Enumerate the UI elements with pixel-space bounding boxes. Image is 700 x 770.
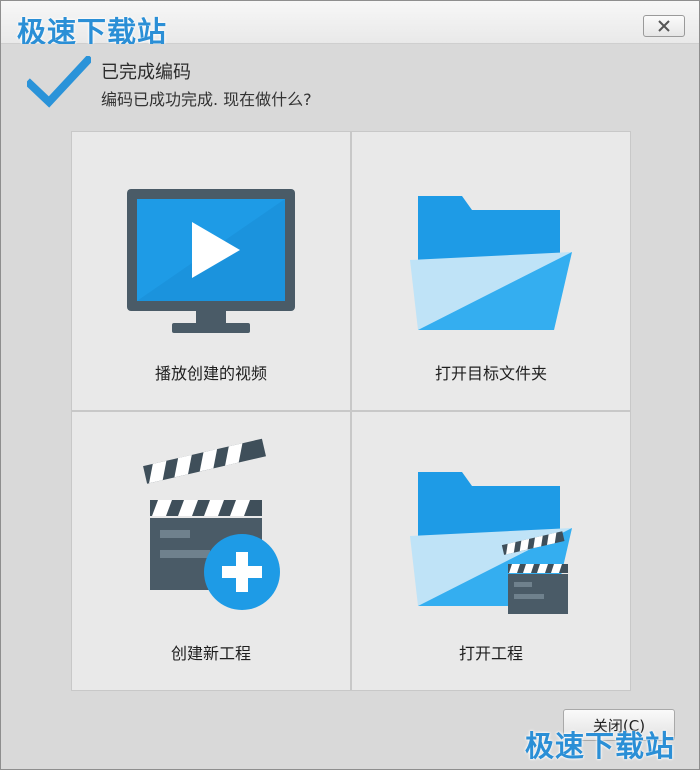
page-subtitle: 编码已成功完成. 现在做什么? (101, 90, 312, 109)
checkmark-icon (27, 56, 91, 108)
open-project-tile[interactable]: 打开工程 (352, 412, 630, 690)
header: 已完成编码 编码已成功完成. 现在做什么? (1, 44, 699, 119)
window-close-button[interactable] (643, 15, 685, 37)
close-icon (658, 20, 670, 32)
open-folder-tile[interactable]: 打开目标文件夹 (352, 132, 630, 410)
monitor-play-icon (127, 189, 295, 333)
new-project-label: 创建新工程 (170, 644, 251, 663)
open-folder-label: 打开目标文件夹 (434, 364, 547, 383)
watermark-bottom: 极速下载站 (525, 729, 676, 763)
open-project-label: 打开工程 (458, 644, 523, 663)
dialog-window: 极速下载站 已完成编码 编码已成功完成. 现在做什么? 播放创建的视频 打开目标… (0, 0, 700, 770)
clapperboard-add-icon (143, 438, 280, 610)
page-title: 已完成编码 (101, 62, 191, 83)
folder-open-icon (410, 196, 572, 330)
action-grid: 播放创建的视频 打开目标文件夹 创建新工程 打开工程 (71, 131, 631, 691)
folder-clapperboard-icon (410, 472, 572, 614)
play-video-label: 播放创建的视频 (154, 364, 267, 383)
play-video-tile[interactable]: 播放创建的视频 (72, 132, 350, 410)
new-project-tile[interactable]: 创建新工程 (72, 412, 350, 690)
